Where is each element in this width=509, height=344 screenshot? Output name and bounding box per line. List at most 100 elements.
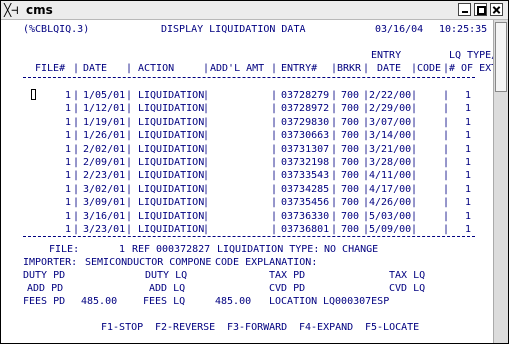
col-code: CODE — [417, 63, 442, 74]
cell-brkr: 700 — [341, 224, 360, 235]
cell-file: 1 — [64, 90, 71, 101]
maximize-button[interactable] — [474, 3, 487, 16]
column-separator: | — [411, 183, 418, 195]
col-action: ACTION — [138, 63, 175, 74]
column-separator: | — [271, 170, 278, 182]
f1-stop-key[interactable]: F1-STOP — [101, 322, 143, 334]
title-bar[interactable]: ╳⊣ cms — [1, 1, 508, 20]
cell-file: 1 — [64, 170, 71, 182]
f2-reverse-key[interactable]: F2-REVERSE — [155, 322, 215, 334]
header-date: 03/16/04 — [375, 24, 424, 35]
column-separator: | — [126, 143, 133, 155]
cell-brkr: 700 — [341, 143, 360, 155]
column-separator: | — [203, 210, 210, 222]
column-separator: | — [271, 157, 278, 168]
header-divider — [23, 77, 475, 78]
fees-pd-value: 485.00 — [81, 296, 118, 307]
close-button[interactable] — [490, 3, 503, 16]
column-separator: | — [411, 103, 418, 115]
cell-entry-date: 5/09/00 — [369, 224, 412, 235]
column-separator: | — [73, 103, 80, 115]
column-separator: | — [331, 210, 338, 222]
column-separator: | — [331, 90, 338, 101]
importer-label: IMPORTER: — [23, 257, 78, 268]
column-separator: | — [411, 130, 418, 142]
f3-forward-key[interactable]: F3-FORWARD — [227, 322, 287, 334]
cell-date: 1/05/01 — [83, 90, 126, 101]
table-row[interactable]: 1 | 3/16/01 | LIQUIDATION | | 03736330 | 700 | 5/03… — [1, 210, 481, 223]
table-row[interactable]: 1 | 3/02/01 | LIQUIDATION | | 03734285 | 700 | 4/17… — [1, 183, 481, 196]
cell-file: 1 — [64, 130, 71, 142]
fees-lq-value: 485.00 — [215, 296, 252, 307]
vertical-scrollbar[interactable] — [493, 20, 508, 343]
cell-action: LIQUIDATION — [138, 116, 205, 128]
cell-lq-type: 1 — [465, 157, 472, 168]
cell-entry-no: 03735456 — [281, 197, 330, 209]
cell-brkr: 700 — [341, 170, 360, 182]
table-row[interactable]: 1 | 1/19/01 | LIQUIDATION | | 03729830 | 700 | 3/07… — [1, 116, 481, 129]
column-separator: | — [271, 224, 278, 235]
column-separator: | — [271, 210, 278, 222]
cell-date: 3/02/01 — [83, 183, 126, 195]
column-separator: | — [331, 170, 338, 182]
table-row[interactable]: 1 | 2/02/01 | LIQUIDATION | | 03731307 | 700 | 3/21… — [1, 143, 481, 156]
column-separator: | — [73, 90, 80, 101]
column-separator: | — [271, 183, 278, 195]
cell-lq-type: 1 — [465, 130, 472, 142]
ref-value: 000372827 — [156, 244, 211, 255]
cell-file: 1 — [64, 143, 71, 155]
minimize-button[interactable] — [458, 3, 471, 16]
f4-expand-key[interactable]: F4-EXPAND — [299, 322, 353, 334]
column-separator: | — [126, 157, 133, 168]
cell-date: 1/12/01 — [83, 103, 126, 115]
terminal-screen[interactable]: (%CBLQIQ.3) DISPLAY LIQUIDATION DATA 03/… — [1, 20, 503, 343]
table-row[interactable]: 1 | 2/09/01 | LIQUIDATION | | 03732198 | 700 | 3/28… — [1, 156, 481, 169]
window-title: cms — [26, 3, 53, 17]
column-separator: | — [443, 103, 450, 115]
cell-entry-no: 03728279 — [281, 90, 330, 101]
col-sep: | — [363, 63, 370, 74]
col-entry-top: ENTRY — [371, 50, 402, 61]
fees-pd-label: FEES PD — [23, 296, 66, 307]
cell-brkr: 700 — [341, 210, 360, 222]
table-row[interactable]: 1 | 3/23/01 | LIQUIDATION | | 03736801 | 700 | 5/09… — [1, 223, 481, 236]
table-row[interactable]: 1 | 1/26/01 | LIQUIDATION | | 03730663 | 700 | 3/14… — [1, 129, 481, 142]
table-row[interactable]: 1 | 3/09/01 | LIQUIDATION | | 03735456 | 700 | 4/26… — [1, 196, 481, 209]
cell-date: 2/23/01 — [83, 170, 126, 182]
cell-date: 1/26/01 — [83, 130, 126, 142]
column-separator: | — [411, 224, 418, 235]
column-separator: | — [331, 116, 338, 128]
table-row[interactable]: 1 | 1/12/01 | LIQUIDATION | | 03728972 | 700 | 2/29… — [1, 102, 481, 115]
tax-pd-label: TAX PD — [269, 270, 306, 281]
liq-type-value: NO CHANGE — [324, 244, 379, 255]
col-date: DATE — [83, 63, 108, 74]
col-brkr: BRKR — [337, 63, 362, 74]
cell-lq-type: 1 — [465, 224, 472, 235]
column-separator: | — [126, 130, 133, 142]
table-row[interactable]: 1 | 1/05/01 | LIQUIDATION | | 03728279 | 700 | 2/22… — [1, 89, 481, 102]
column-separator: | — [203, 183, 210, 195]
scrollbar-thumb[interactable] — [495, 22, 507, 92]
col-sep: | — [203, 63, 210, 74]
column-separator: | — [126, 90, 133, 101]
f5-locate-key[interactable]: F5-LOCATE — [365, 322, 419, 334]
column-separator: | — [331, 143, 338, 155]
column-separator: | — [203, 170, 210, 182]
cvd-lq-label: CVD LQ — [389, 283, 426, 294]
cell-entry-date: 3/14/00 — [369, 130, 412, 142]
column-separator: | — [73, 143, 80, 155]
cell-date: 3/09/01 — [83, 197, 126, 209]
file-value: 1 — [119, 244, 126, 255]
col-sep: | — [126, 63, 133, 74]
column-separator: | — [73, 170, 80, 182]
system-menu-icon[interactable]: ╳⊣ — [4, 2, 22, 18]
column-separator: | — [73, 130, 80, 142]
column-separator: | — [411, 90, 418, 101]
table-row[interactable]: 1 | 2/23/01 | LIQUIDATION | | 03733543 | 700 | 4/11… — [1, 169, 481, 182]
column-separator: | — [203, 130, 210, 142]
cell-action: LIQUIDATION — [138, 170, 205, 182]
cell-file: 1 — [64, 183, 71, 195]
duty-pd-label: DUTY PD — [23, 270, 66, 281]
cell-brkr: 700 — [341, 90, 360, 101]
cell-entry-date: 2/29/00 — [369, 103, 412, 115]
